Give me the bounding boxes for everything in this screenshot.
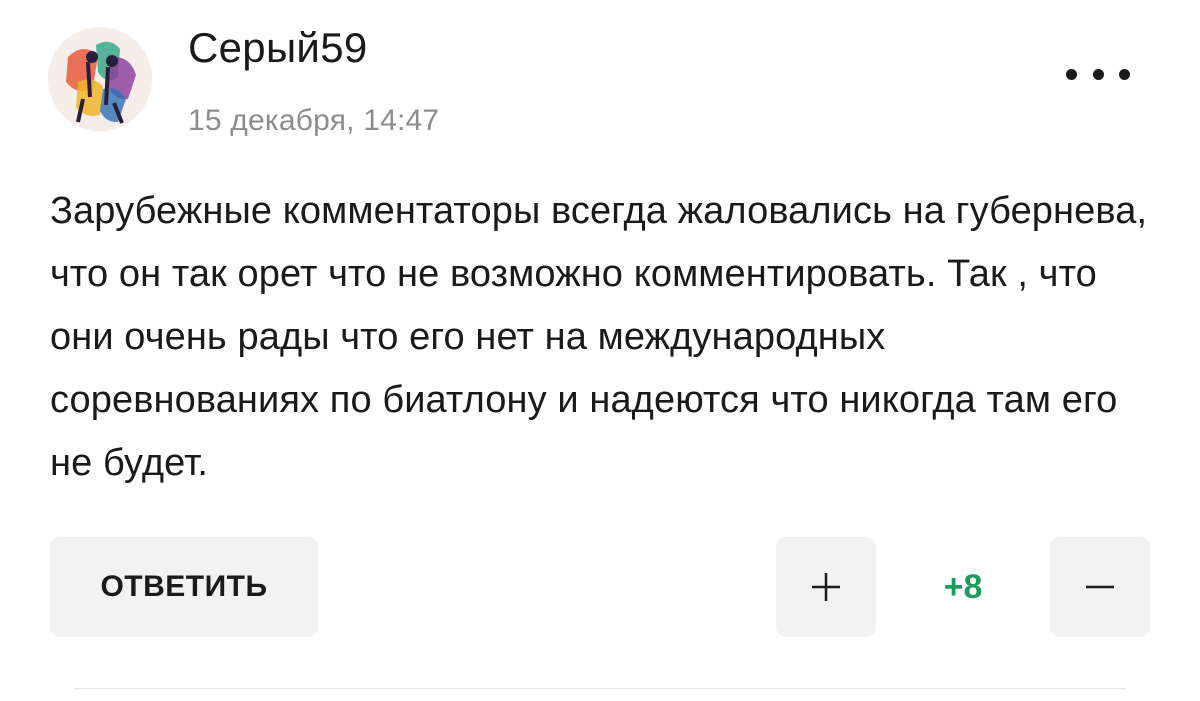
- plus-icon: [812, 573, 840, 601]
- comment-card: Серый59 15 декабря, 14:47 Зарубежные ком…: [0, 0, 1200, 701]
- comment-timestamp: 15 декабря, 14:47: [188, 104, 440, 137]
- reply-button[interactable]: ОТВЕТИТЬ: [50, 537, 318, 637]
- avatar-image: [48, 27, 152, 131]
- upvote-button[interactable]: [776, 537, 876, 637]
- dot: [1119, 68, 1130, 80]
- minus-icon: [1086, 585, 1114, 589]
- dot: [1092, 68, 1104, 80]
- downvote-button[interactable]: [1050, 537, 1150, 637]
- comment-text: Зарубежные комментаторы всегда жаловалис…: [50, 190, 1148, 484]
- vote-score: +8: [943, 567, 983, 606]
- divider: [74, 688, 1126, 689]
- author-name[interactable]: Серый59: [188, 24, 368, 72]
- dot: [1066, 68, 1077, 80]
- avatar[interactable]: [48, 27, 152, 131]
- more-dots-icon[interactable]: [1066, 60, 1130, 88]
